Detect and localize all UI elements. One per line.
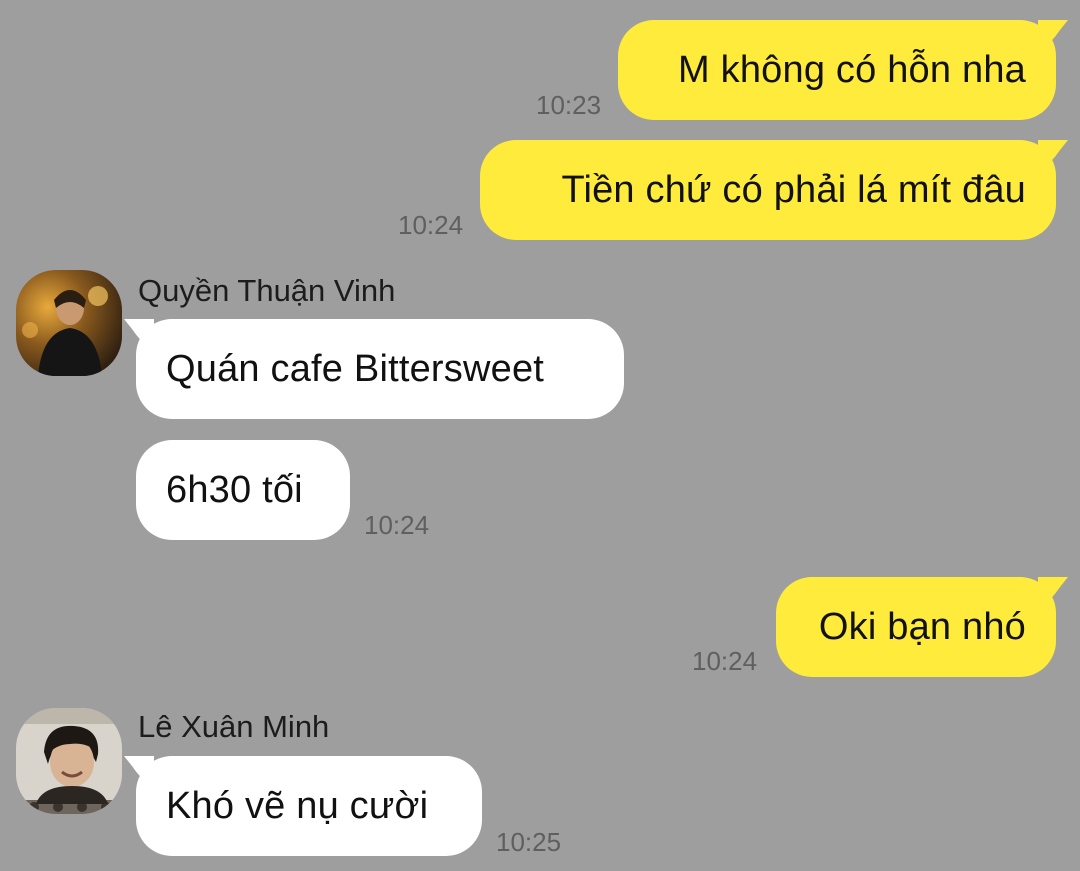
- bubble-tail-icon: [1038, 20, 1068, 54]
- outgoing-message-bubble[interactable]: Oki bạn nhó: [776, 577, 1068, 677]
- message-timestamp: 10:23: [536, 90, 602, 120]
- user-avatar-photo[interactable]: [16, 708, 122, 814]
- sender-name: Quyền Thuận Vinh: [138, 273, 396, 308]
- bubble-tail-icon: [1038, 140, 1068, 174]
- user-avatar-photo[interactable]: [16, 270, 122, 376]
- outgoing-message-bubble[interactable]: Tiền chứ có phải lá mít đâu: [480, 140, 1068, 240]
- incoming-message-bubble[interactable]: Quán cafe Bittersweet: [124, 319, 624, 419]
- bubble-tail-icon: [124, 756, 154, 790]
- message-text: Tiền chứ có phải lá mít đâu: [561, 168, 1026, 211]
- bubble-tail-icon: [1038, 577, 1068, 611]
- message-timestamp: 10:24: [398, 210, 464, 240]
- message-text: 6h30 tối: [166, 468, 303, 511]
- message-text: Khó vẽ nụ cười: [166, 784, 429, 827]
- message-text: M không có hỗn nha: [678, 48, 1026, 91]
- incoming-message-bubble[interactable]: Khó vẽ nụ cười: [124, 756, 482, 856]
- outgoing-message-bubble[interactable]: M không có hỗn nha: [618, 20, 1068, 120]
- message-timestamp: 10:25: [496, 827, 562, 857]
- sender-name: Lê Xuân Minh: [138, 709, 330, 744]
- message-timestamp: 10:24: [364, 510, 430, 540]
- message-timestamp: 10:24: [692, 646, 758, 676]
- incoming-message-bubble[interactable]: 6h30 tối: [136, 440, 350, 540]
- message-text: Quán cafe Bittersweet: [166, 347, 545, 390]
- message-text: Oki bạn nhó: [818, 605, 1026, 648]
- bubble-tail-icon: [124, 319, 154, 353]
